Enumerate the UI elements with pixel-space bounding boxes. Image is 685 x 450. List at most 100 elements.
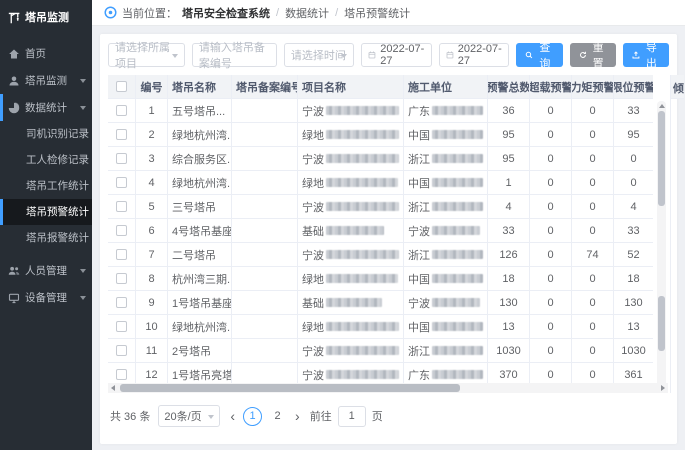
- cell-unit: 宁波: [404, 291, 488, 314]
- cell-project: 宁波: [298, 195, 404, 218]
- project-prefix: 绿地: [302, 175, 324, 191]
- vertical-scrollbar[interactable]: [657, 101, 666, 393]
- page-button-2[interactable]: 2: [268, 407, 287, 426]
- cell-reg-code: [232, 99, 298, 122]
- export-button[interactable]: 导出: [623, 43, 669, 67]
- cell-moment: 74: [572, 243, 614, 266]
- row-checkbox[interactable]: [116, 345, 127, 356]
- cell-reg-code: [232, 219, 298, 242]
- cell-total-warnings: 36: [488, 99, 530, 122]
- cell-moment: 0: [572, 195, 614, 218]
- column-header-moment: 力矩预警: [572, 75, 614, 98]
- row-checkbox[interactable]: [116, 153, 127, 164]
- sidebar-item-monitor[interactable]: 塔吊监测: [0, 67, 92, 94]
- reset-button[interactable]: 重置: [570, 43, 616, 67]
- chevron-down-icon: [80, 269, 86, 273]
- export-button-label: 导出: [643, 39, 660, 71]
- censored-text: [326, 322, 399, 331]
- breadcrumb-section[interactable]: 数据统计: [285, 5, 329, 21]
- sidebar-subitem-alarm-stats[interactable]: 塔吊报警统计: [0, 225, 92, 251]
- sidebar-item-device[interactable]: 设备管理: [0, 284, 92, 311]
- table-row: 7 二号塔吊 宁波 浙江 126 0 74 52: [108, 243, 653, 267]
- goto-label: 前往: [310, 408, 332, 424]
- app-logo: 塔吊监测: [0, 0, 92, 34]
- device-icon: [8, 292, 20, 304]
- vertical-scrollbar-thumb[interactable]: [658, 111, 665, 206]
- table-body: 1 五号塔吊... 宁波 广东 36 0 0 33 2 绿地杭州湾... 绿地 …: [108, 99, 653, 393]
- crane-code-input[interactable]: 请输入塔吊备案编号: [192, 43, 277, 67]
- cell-crane-name: 绿地杭州湾...: [168, 123, 232, 146]
- cell-reg-code: [232, 195, 298, 218]
- project-prefix: 宁波: [302, 247, 324, 263]
- censored-text: [326, 178, 398, 187]
- sidebar-subitem-work-stats[interactable]: 塔吊工作统计: [0, 173, 92, 199]
- sidebar-item-people[interactable]: 人员管理: [0, 257, 92, 284]
- cell-total-warnings: 18: [488, 267, 530, 290]
- select-all-checkbox[interactable]: [116, 81, 127, 92]
- chevron-down-icon: [80, 106, 86, 110]
- row-checkbox[interactable]: [116, 321, 127, 332]
- cell-limit: 13: [614, 315, 653, 338]
- filter-bar: 请选择所属项目 请输入塔吊备案编号 请选择时间 2022-07-27: [108, 40, 669, 75]
- project-select[interactable]: 请选择所属项目: [108, 43, 185, 67]
- censored-text: [432, 274, 483, 283]
- export-icon: [632, 50, 640, 60]
- start-date-input[interactable]: 2022-07-27: [361, 43, 431, 67]
- cell-project: 宁波: [298, 339, 404, 362]
- cell-crane-name: 4号塔吊基座: [168, 219, 232, 242]
- cell-num: 10: [136, 315, 168, 338]
- time-select[interactable]: 请选择时间: [284, 43, 354, 67]
- goto-page-input[interactable]: 1: [338, 406, 366, 427]
- row-checkbox[interactable]: [116, 273, 127, 284]
- end-date-input[interactable]: 2022-07-27: [439, 43, 509, 67]
- row-checkbox[interactable]: [116, 201, 127, 212]
- next-page-button[interactable]: ›: [293, 407, 302, 425]
- project-prefix: 绿地: [302, 319, 324, 335]
- page-size-value: 20条/页: [164, 408, 201, 424]
- page-size-select[interactable]: 20条/页: [158, 405, 220, 427]
- breadcrumb-system[interactable]: 塔吊安全检查系统: [182, 5, 270, 21]
- censored-text: [432, 130, 483, 139]
- cell-overload: 0: [530, 99, 572, 122]
- clipped-column-header: 倾斜预警: [671, 75, 684, 99]
- cell-total-warnings: 95: [488, 123, 530, 146]
- calendar-icon: [446, 50, 454, 60]
- clipped-column: 倾斜预警: [670, 75, 684, 393]
- page-button-1[interactable]: 1: [243, 407, 262, 426]
- row-checkbox[interactable]: [116, 369, 127, 380]
- prev-page-button[interactable]: ‹: [228, 407, 237, 425]
- column-header-project: 项目名称: [298, 75, 404, 98]
- row-checkbox[interactable]: [116, 225, 127, 236]
- censored-text: [326, 274, 398, 283]
- cell-reg-code: [232, 315, 298, 338]
- cell-unit: 浙江: [404, 195, 488, 218]
- sidebar-subitem-driver-records[interactable]: 司机识别记录: [0, 121, 92, 147]
- row-checkbox[interactable]: [116, 105, 127, 116]
- sidebar: 塔吊监测 首页 塔吊监测 数据统计 司机识别记录 工人检修记录 塔吊工作统计 塔…: [0, 0, 92, 450]
- breadcrumb-separator: /: [335, 7, 338, 19]
- censored-text: [432, 346, 483, 355]
- sidebar-subitem-worker-records[interactable]: 工人检修记录: [0, 147, 92, 173]
- scroll-right-icon[interactable]: [661, 385, 665, 391]
- cell-reg-code: [232, 339, 298, 362]
- row-checkbox[interactable]: [116, 129, 127, 140]
- cell-limit: 0: [614, 171, 653, 194]
- sidebar-subitem-warning-stats[interactable]: 塔吊预警统计: [0, 199, 92, 225]
- cell-reg-code: [232, 123, 298, 146]
- horizontal-scrollbar-thumb[interactable]: [120, 384, 460, 392]
- cell-limit: 33: [614, 99, 653, 122]
- row-checkbox[interactable]: [116, 297, 127, 308]
- horizontal-scrollbar[interactable]: [108, 383, 668, 393]
- scroll-left-icon[interactable]: [111, 385, 115, 391]
- cell-num: 7: [136, 243, 168, 266]
- cell-total-warnings: 33: [488, 219, 530, 242]
- sidebar-item-home[interactable]: 首页: [0, 40, 92, 67]
- breadcrumb-page: 塔吊预警统计: [344, 5, 410, 21]
- scroll-up-icon[interactable]: [659, 104, 665, 108]
- sidebar-item-stats[interactable]: 数据统计: [0, 94, 92, 121]
- pagination: 共 36 条 20条/页 ‹ 1 2 › 前往 1 页: [108, 393, 669, 427]
- cell-total-warnings: 1: [488, 171, 530, 194]
- row-checkbox[interactable]: [116, 249, 127, 260]
- row-checkbox[interactable]: [116, 177, 127, 188]
- search-button[interactable]: 查询: [516, 43, 562, 67]
